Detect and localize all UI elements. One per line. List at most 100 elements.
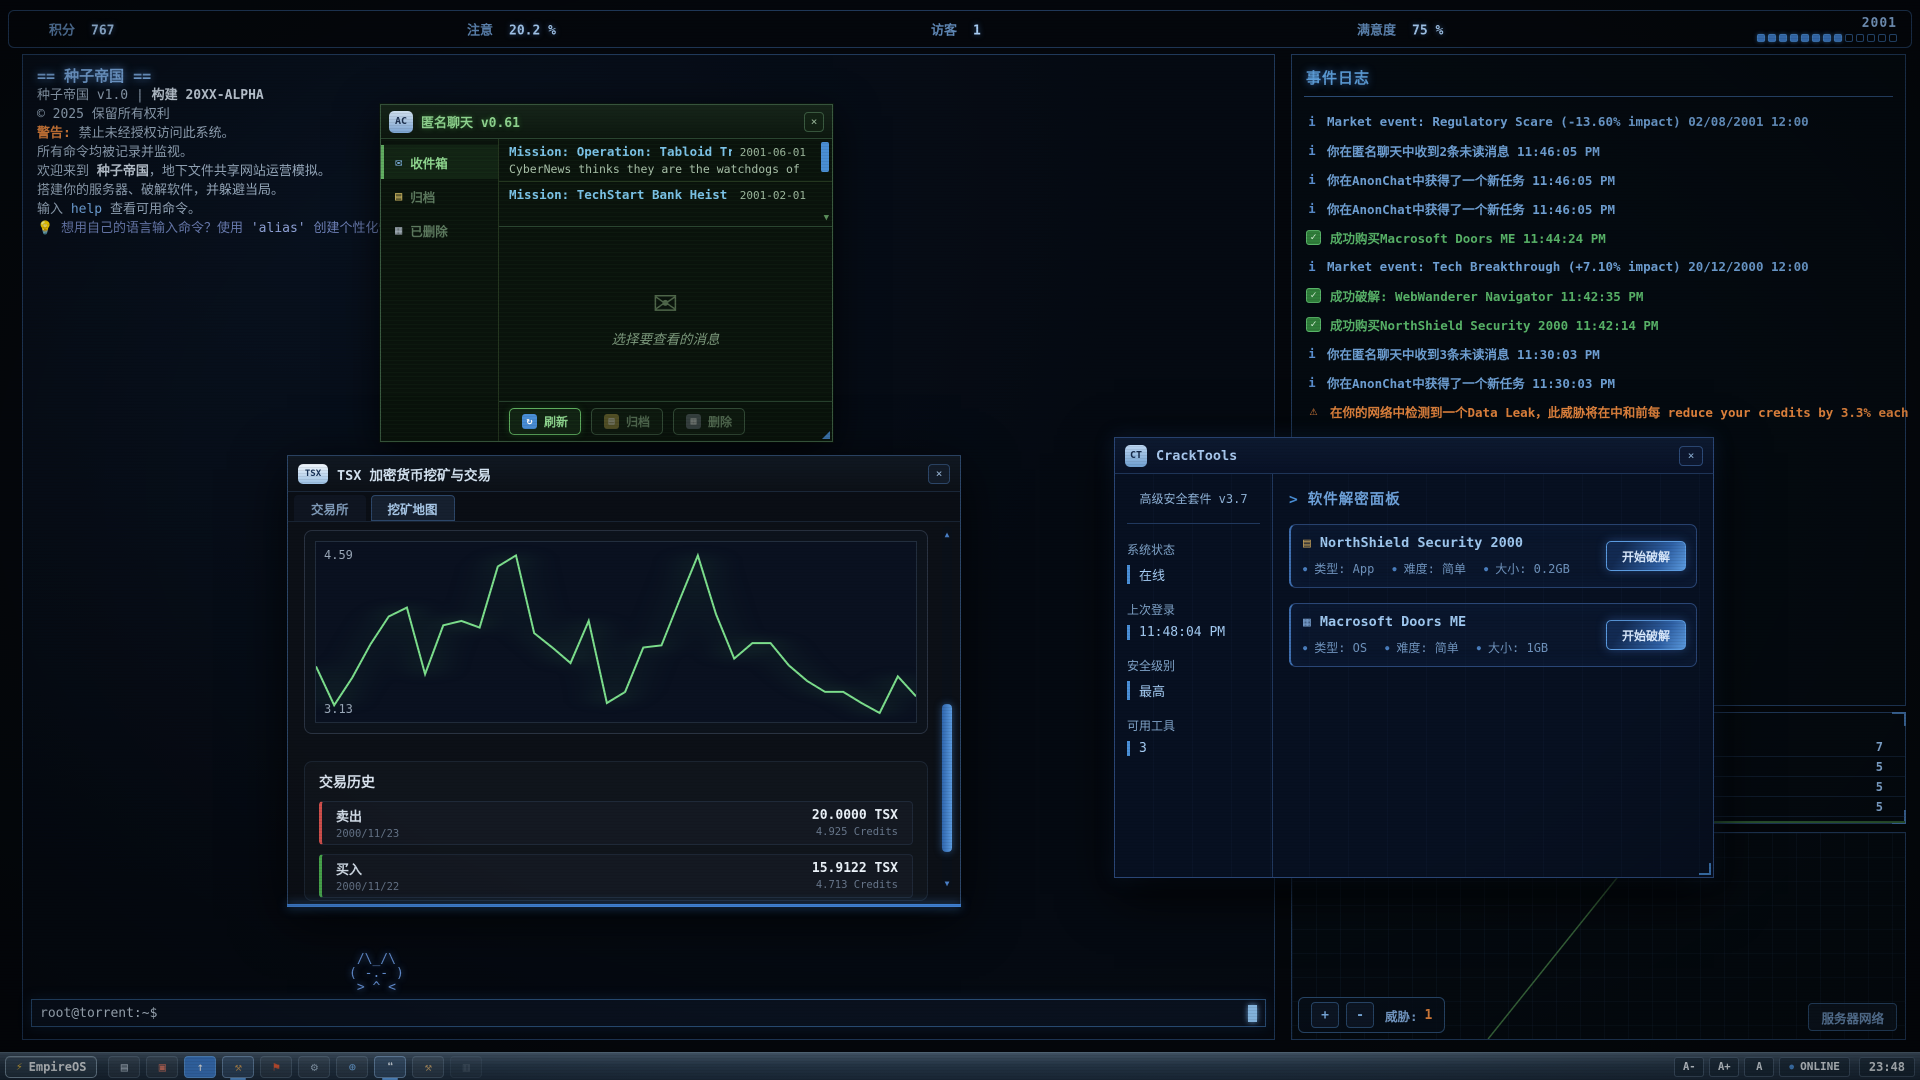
crack-field-label: 可用工具 <box>1127 717 1260 734</box>
software-meta: 类型: OS <box>1314 639 1367 656</box>
chat-folder-label: 已删除 <box>410 221 448 240</box>
price-line <box>316 555 916 713</box>
zoom-out-button[interactable]: - <box>1346 1002 1374 1028</box>
log-entry-text: 你在AnonChat中获得了一个新任务 11:46:05 PM <box>1327 199 1615 218</box>
chat-button-label: 归档 <box>626 413 650 430</box>
year-progress-dot <box>1768 34 1776 42</box>
tsx-app-icon: TSX <box>298 464 328 484</box>
server-network-button[interactable]: 服务器网络 <box>1808 1003 1897 1031</box>
tab-exchange[interactable]: 交易所 <box>294 495 366 521</box>
empireos-desktop: 积分767注意20.2 %访客1满意度75 % 2001 == 种子帝国 ==种… <box>0 0 1920 1080</box>
chat-archive-button[interactable]: ▤归档 <box>591 408 663 435</box>
mail-item[interactable]: Mission: Operation: Tabloid Tru…2001-06-… <box>499 139 832 181</box>
taskbar-megaphone-button[interactable]: ⚑ <box>260 1056 292 1078</box>
taskbar-chat-button[interactable]: ❝ <box>374 1056 406 1078</box>
bullet-icon: ● <box>1484 565 1488 573</box>
close-icon[interactable]: × <box>1679 446 1703 466</box>
chat-refresh-button[interactable]: ↻刷新 <box>509 408 581 435</box>
gear-icon: ⚙ <box>311 1061 318 1073</box>
scroll-up-icon[interactable]: ▲ <box>942 530 952 539</box>
start-crack-button[interactable]: 开始破解 <box>1606 541 1686 571</box>
log-entry: ⚠在你的网络中检测到一个Data Leak，此威胁将在中和前每 reduce y… <box>1306 397 1891 426</box>
terminal-line: == 种子帝国 == <box>37 67 443 86</box>
stats-row-value: 7 <box>1876 740 1883 754</box>
start-crack-button[interactable]: 开始破解 <box>1606 620 1686 650</box>
taskbar-icons: ▤ ▣ ↑ ⚒ ⚑ ⚙ ⊕ ❝ ⚒ ▥ <box>108 1056 482 1078</box>
font-size-button-2[interactable]: A <box>1744 1057 1774 1077</box>
taskbar-pickaxe-button[interactable]: ⚒ <box>412 1056 444 1078</box>
package-icon: ▣ <box>159 1061 166 1073</box>
empireos-start-button[interactable]: ⚡ EmpireOS <box>5 1056 97 1078</box>
font-size-button-1[interactable]: A+ <box>1709 1057 1739 1077</box>
software-meta: 难度: 简单 <box>1404 560 1466 577</box>
top-status-bar: 积分767注意20.2 %访客1满意度75 % 2001 <box>8 10 1912 48</box>
log-entry-text: 成功购买Macrosoft Doors ME 11:44:24 PM <box>1330 228 1606 247</box>
anon-chat-window: AC 匿名聊天 v0.61 × ✉收件箱▤归档▦已删除 Mission: Ope… <box>380 104 833 442</box>
scroll-down-icon[interactable]: ▼ <box>942 879 952 888</box>
trade-date: 2000/11/23 <box>336 828 399 840</box>
taskbar-hammer-button[interactable]: ⚒ <box>222 1056 254 1078</box>
year-progress-dot <box>1779 34 1787 42</box>
log-entry-text: Market event: Regulatory Scare (-13.60% … <box>1327 114 1809 129</box>
info-icon: i <box>1306 202 1318 216</box>
top-stat: 积分767 <box>49 20 115 39</box>
cracktools-titlebar[interactable]: CT CrackTools × <box>1115 438 1713 474</box>
close-icon[interactable]: × <box>804 112 824 132</box>
taskbar-gear-button[interactable]: ⚙ <box>298 1056 330 1078</box>
anon-chat-title: 匿名聊天 v0.61 <box>421 112 520 131</box>
cracktools-sidebar: 高级安全套件 v3.7 系统状态在线上次登录11:48:04 PM安全级别最高可… <box>1115 474 1273 877</box>
crack-field-value: 3 <box>1127 741 1260 756</box>
chat-delete-button[interactable]: ▦删除 <box>673 408 745 435</box>
crack-field-label: 安全级别 <box>1127 657 1260 674</box>
stat-label: 访客 <box>931 24 957 39</box>
mail-scrollbar-thumb[interactable] <box>821 142 829 172</box>
cracktools-window: CT CrackTools × 高级安全套件 v3.7 系统状态在线上次登录11… <box>1114 437 1714 878</box>
tab-mining-map[interactable]: 挖矿地图 <box>371 495 455 521</box>
chat-button-label: 删除 <box>708 413 732 430</box>
resize-handle[interactable] <box>822 431 830 439</box>
chat-folder-1[interactable]: ✉收件箱 <box>381 145 498 179</box>
trade-list: 卖出2000/11/2320.0000 TSX4.925 Credits买入20… <box>319 801 913 898</box>
mail-date: 2001-06-01 <box>732 146 806 159</box>
taskbar-upload-button[interactable]: ↑ <box>184 1056 216 1078</box>
chat-button-label: 刷新 <box>544 413 568 430</box>
close-icon[interactable]: × <box>928 464 950 484</box>
chat-folder-3[interactable]: ▦已删除 <box>381 213 498 247</box>
decrypt-panel-title: >软件解密面板 <box>1289 488 1697 509</box>
crack-field-label: 上次登录 <box>1127 601 1260 618</box>
log-entry-text: 你在匿名聊天中收到3条未读消息 11:30:03 PM <box>1327 344 1600 363</box>
resize-handle[interactable] <box>1699 863 1711 875</box>
top-stat: 访客1 <box>931 20 981 39</box>
scroll-down-icon[interactable]: ▼ <box>824 213 829 223</box>
cracktools-main: >软件解密面板 ▤NorthShield Security 2000●类型: A… <box>1273 474 1713 877</box>
log-entry-text: 你在AnonChat中获得了一个新任务 11:30:03 PM <box>1327 373 1615 392</box>
cracktools-title: CrackTools <box>1156 448 1237 464</box>
zoom-in-button[interactable]: + <box>1311 1002 1339 1028</box>
tsx-titlebar[interactable]: TSX TSX 加密货币挖矿与交易 × <box>288 456 960 492</box>
upload-icon: ↑ <box>197 1061 204 1073</box>
taskbar-globe-button[interactable]: ⊕ <box>336 1056 368 1078</box>
software-meta: 类型: App <box>1314 560 1374 577</box>
chat-folder-2[interactable]: ▤归档 <box>381 179 498 213</box>
terminal-cursor <box>1248 1005 1257 1022</box>
chat-main: Mission: Operation: Tabloid Tru…2001-06-… <box>499 139 832 441</box>
building-icon: ▥ <box>463 1061 470 1073</box>
tsx-scrollbar-thumb[interactable] <box>942 704 952 852</box>
stats-row-value: 5 <box>1876 760 1883 774</box>
info-icon: i <box>1306 144 1318 158</box>
year-progress-dot <box>1801 34 1809 42</box>
taskbar-package-button[interactable]: ▣ <box>146 1056 178 1078</box>
price-chart: 4.59 3.13 <box>315 541 917 723</box>
mail-item[interactable]: Mission: TechStart Bank Heist2001-02-01 <box>499 181 832 207</box>
trade-row: 买入2000/11/2215.9122 TSX4.713 Credits <box>319 854 913 898</box>
year-progress-dot <box>1812 34 1820 42</box>
taskbar-building-button[interactable]: ▥ <box>450 1056 482 1078</box>
taskbar-shop-button[interactable]: ▤ <box>108 1056 140 1078</box>
info-icon: i <box>1306 376 1318 390</box>
terminal-input[interactable]: root@torrent:~$ <box>31 999 1266 1027</box>
chat-folder-label: 归档 <box>410 187 435 206</box>
year-progress-dot <box>1845 34 1853 42</box>
anon-chat-titlebar[interactable]: AC 匿名聊天 v0.61 × <box>381 105 832 139</box>
pickaxe-icon: ⚒ <box>425 1061 432 1073</box>
font-size-button-0[interactable]: A- <box>1674 1057 1704 1077</box>
